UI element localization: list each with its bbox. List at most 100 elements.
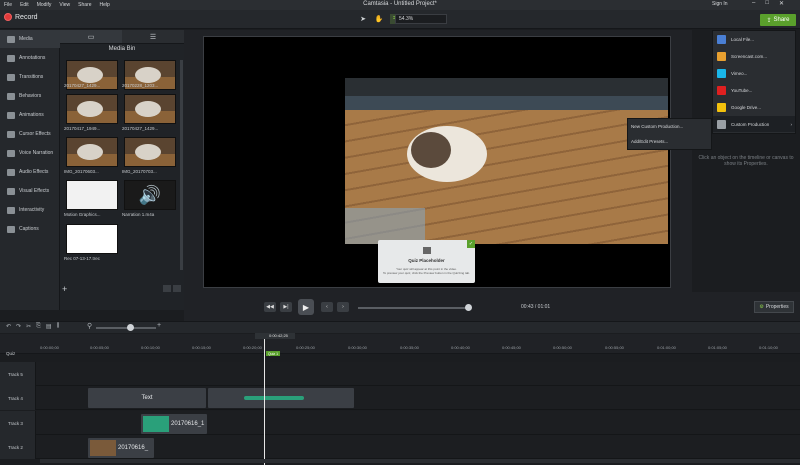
- media-thumbnail[interactable]: [66, 224, 118, 254]
- undo-icon[interactable]: ↶: [6, 323, 11, 330]
- sidebar-item-behaviors[interactable]: Behaviors: [0, 87, 60, 105]
- previous-frame-button[interactable]: ◀◀: [264, 302, 276, 312]
- sidebar-item-cursor-effects[interactable]: Cursor Effects: [0, 125, 60, 143]
- sidebar-item-transitions[interactable]: Transitions: [0, 68, 60, 86]
- scrub-bar[interactable]: [358, 307, 470, 309]
- sidebar-item-visual-effects[interactable]: Visual Effects: [0, 182, 60, 200]
- play-button[interactable]: ▶: [298, 299, 314, 315]
- grid-view-icon[interactable]: [163, 285, 171, 292]
- track-label[interactable]: Track 5: [0, 362, 36, 386]
- timeline-track[interactable]: Track 5: [0, 362, 800, 386]
- sidebar-item-animations[interactable]: Animations: [0, 106, 60, 124]
- record-button[interactable]: Record: [4, 13, 38, 21]
- visual-icon: [7, 187, 15, 195]
- text-clip[interactable]: Text: [88, 388, 206, 408]
- share-button[interactable]: ⇪ Share: [760, 14, 796, 26]
- captions-icon: [7, 225, 15, 233]
- custom-production-icon: [717, 119, 726, 129]
- tab-media-bin[interactable]: ▭: [60, 30, 122, 44]
- timeline-zoom-slider[interactable]: [96, 327, 156, 329]
- animations-icon: [7, 111, 15, 119]
- animation-clip[interactable]: [208, 388, 354, 408]
- close-icon[interactable]: ✕: [779, 0, 784, 7]
- zoom-in-icon[interactable]: +: [157, 322, 161, 329]
- menu-view[interactable]: View: [55, 2, 74, 8]
- sign-in-link[interactable]: Sign In: [712, 1, 728, 7]
- split-icon[interactable]: ⫼: [57, 323, 60, 330]
- properties-button[interactable]: ⚙ Properties: [754, 301, 794, 313]
- share-screencast[interactable]: Screencast.com...: [713, 48, 795, 64]
- share-label: Share: [773, 17, 790, 23]
- timeline-track[interactable]: Track 3: [0, 411, 800, 435]
- video-frame[interactable]: [345, 78, 668, 244]
- menu-modify[interactable]: Modify: [33, 2, 56, 8]
- film-icon: ▭: [87, 33, 95, 41]
- zoom-out-icon[interactable]: ⚲: [87, 322, 92, 330]
- quiz-text: To preview your quiz, click the Preview …: [382, 271, 471, 275]
- media-thumbnail[interactable]: [66, 137, 118, 167]
- ruler-tick: 0:00:55;00: [605, 345, 624, 350]
- track-label[interactable]: Track 2: [0, 435, 36, 459]
- audio-thumbnail[interactable]: 🔊: [124, 180, 176, 210]
- minimize-icon[interactable]: –: [752, 0, 755, 7]
- sidebar-item-captions[interactable]: Captions: [0, 220, 60, 238]
- share-local-file[interactable]: Local File...: [713, 31, 795, 47]
- track-label[interactable]: Track 4: [0, 386, 36, 410]
- menu-edit[interactable]: Edit: [16, 2, 33, 8]
- sidebar-item-audio-effects[interactable]: Audio Effects: [0, 163, 60, 181]
- share-youtube[interactable]: YouTube...: [713, 82, 795, 98]
- media-thumbnail[interactable]: [66, 180, 118, 210]
- transitions-icon: [7, 73, 15, 81]
- media-thumbnail[interactable]: [66, 94, 118, 124]
- quiz-title: Quiz Placeholder: [408, 258, 445, 263]
- step-back-button[interactable]: ▶|: [280, 302, 292, 312]
- share-custom-production[interactable]: Custom Production ›: [713, 116, 795, 132]
- media-thumbnail[interactable]: [124, 94, 176, 124]
- sidebar-item-media[interactable]: Media: [0, 30, 60, 48]
- video-clip[interactable]: 20170616_1: [141, 414, 207, 434]
- list-view-icon[interactable]: [173, 285, 181, 292]
- behaviors-icon: [7, 92, 15, 100]
- bin-title: Media Bin: [108, 46, 136, 52]
- pointer-icon[interactable]: ➤: [358, 14, 368, 24]
- sidebar-item-voice-narration[interactable]: Voice Narration: [0, 144, 60, 162]
- menu-file[interactable]: File: [0, 2, 16, 8]
- timeline-zoom-handle[interactable]: [127, 324, 134, 331]
- share-google-drive[interactable]: Google Drive...: [713, 99, 795, 115]
- new-custom-production-item[interactable]: New Custom Production...: [631, 124, 683, 129]
- camtasia-window: File Edit Modify View Share Help Camtasi…: [0, 0, 800, 465]
- video-clip[interactable]: 20170616_: [88, 438, 154, 458]
- pan-hand-icon[interactable]: ✋: [374, 14, 384, 24]
- quiz-marker[interactable]: Quiz 1: [266, 351, 280, 356]
- add-media-button[interactable]: +: [62, 284, 67, 294]
- track-label[interactable]: Track 3: [0, 411, 36, 435]
- playback-bar: [184, 292, 800, 322]
- menu-help[interactable]: Help: [96, 2, 114, 8]
- maximize-icon[interactable]: □: [765, 0, 769, 7]
- sidebar-item-annotations[interactable]: Annotations: [0, 49, 60, 67]
- next-clip-button[interactable]: ›: [337, 302, 349, 312]
- bin-scrollbar[interactable]: [180, 60, 183, 270]
- share-vimeo[interactable]: Vimeo...: [713, 65, 795, 81]
- scrub-handle[interactable]: [465, 304, 472, 311]
- media-label: Motion Graphics...: [64, 212, 101, 217]
- window-controls: – □ ✕: [752, 0, 784, 7]
- add-edit-presets-item[interactable]: Add/Edit Presets...: [631, 139, 668, 144]
- previous-clip-button[interactable]: ‹: [321, 302, 333, 312]
- cut-icon[interactable]: ✂: [26, 323, 31, 330]
- media-thumbnail[interactable]: [124, 137, 176, 167]
- quiz-track-label[interactable]: Quiz: [6, 351, 15, 356]
- copy-icon[interactable]: ⎘: [36, 323, 41, 330]
- animation-segment[interactable]: [244, 396, 304, 400]
- timeline-ruler[interactable]: [0, 334, 800, 354]
- sidebar-item-interactivity[interactable]: Interactivity: [0, 201, 60, 219]
- playhead-line[interactable]: [264, 339, 265, 465]
- timeline-scrollbar[interactable]: [40, 459, 800, 463]
- tab-library[interactable]: ☰: [122, 30, 184, 44]
- paste-icon[interactable]: ▤: [46, 323, 52, 330]
- redo-icon[interactable]: ↷: [16, 323, 21, 330]
- timeline-tools: ↶ ↷ ✂ ⎘ ▤ ⫼: [6, 323, 59, 330]
- ruler-tick: 0:01:10;00: [759, 345, 778, 350]
- menu-share[interactable]: Share: [74, 2, 95, 8]
- zoom-select[interactable]: 54.3%: [395, 14, 447, 24]
